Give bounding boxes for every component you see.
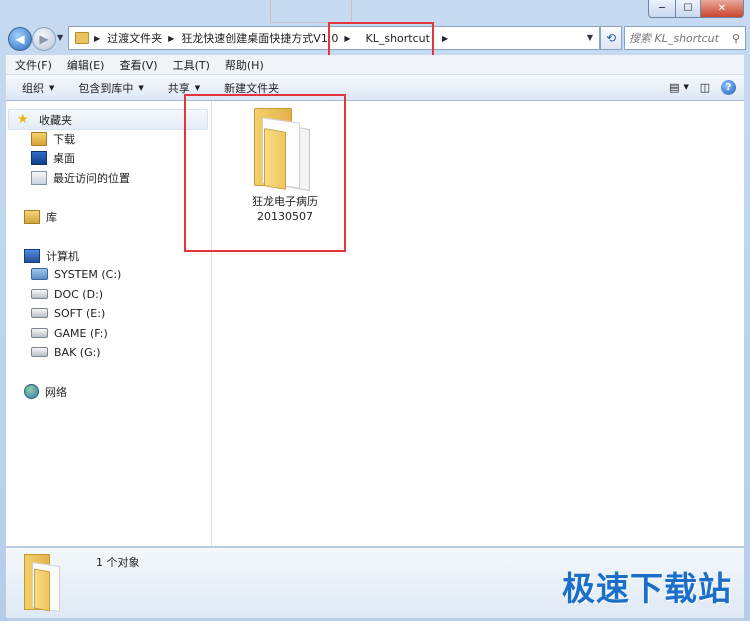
drive-icon xyxy=(31,347,48,357)
nav-drive-e[interactable]: SOFT (E:) xyxy=(31,304,105,322)
recent-places-icon xyxy=(31,171,47,185)
drive-icon xyxy=(31,328,48,338)
nav-drive-d[interactable]: DOC (D:) xyxy=(31,285,103,303)
highlight-box-breadcrumb xyxy=(328,22,434,58)
drive-icon xyxy=(31,308,48,318)
window-controls: ─ ☐ ✕ xyxy=(648,0,744,18)
object-count: 1 个对象 xyxy=(96,556,140,569)
explorer-window: ─ ☐ ✕ ◀ ▶ ▼ ▶ 过渡文件夹 ▶ 狂龙快速创建桌面快捷方式V1.0 ▶ K… xyxy=(0,0,750,621)
menu-help[interactable]: 帮助(H) xyxy=(225,57,264,73)
nav-item-desktop[interactable]: 桌面 xyxy=(31,149,75,167)
folder-icon xyxy=(24,554,66,612)
address-history-dropdown[interactable]: ▼ xyxy=(587,33,593,42)
nav-item-recent-places[interactable]: 最近访问的位置 xyxy=(31,169,130,187)
downloads-folder-icon xyxy=(31,132,47,146)
nav-network[interactable]: 网络 xyxy=(8,382,206,401)
computer-icon xyxy=(24,248,40,263)
menu-edit[interactable]: 编辑(E) xyxy=(67,57,105,73)
window-edge-hint xyxy=(270,0,352,23)
change-view-button[interactable]: ▤ ▼ xyxy=(669,78,689,96)
menu-tools[interactable]: 工具(T) xyxy=(173,57,210,73)
nav-computer[interactable]: 计算机 xyxy=(8,246,206,265)
search-icon: ⚲ xyxy=(732,31,741,45)
details-pane: 1 个对象 极速下载站 xyxy=(6,547,744,618)
desktop-icon xyxy=(31,151,47,165)
nav-favorites[interactable]: ★ 收藏夹 xyxy=(8,109,208,130)
nav-item-downloads[interactable]: 下载 xyxy=(31,130,75,148)
chevron-down-icon: ▼ xyxy=(49,83,55,92)
star-icon: ★ xyxy=(17,111,29,127)
network-icon xyxy=(24,384,39,399)
navigation-pane: ★ 收藏夹 下载 桌面 最近访问的位置 库 计算机 SYSTEM (C:) DO… xyxy=(6,101,212,546)
chevron-down-icon: ▼ xyxy=(138,83,144,92)
nav-libraries[interactable]: 库 xyxy=(8,207,206,226)
include-in-library-button[interactable]: 包含到库中 ▼ xyxy=(78,80,143,96)
highlight-box-folder xyxy=(184,94,346,252)
library-icon xyxy=(24,209,40,224)
refresh-icon: ⟲ xyxy=(605,31,617,45)
folder-icon xyxy=(75,32,89,44)
command-bar: 组织 ▼ 包含到库中 ▼ 共享 ▼ 新建文件夹 ▤ ▼ ◫ ? xyxy=(6,75,744,101)
forward-button[interactable]: ▶ xyxy=(32,27,56,51)
nav-favorites-label: 收藏夹 xyxy=(39,113,72,127)
help-icon[interactable]: ? xyxy=(721,79,736,95)
view-icon: ▤ xyxy=(669,80,680,94)
menu-view[interactable]: 查看(V) xyxy=(119,57,157,73)
nav-drive-g[interactable]: BAK (G:) xyxy=(31,343,101,361)
minimize-button[interactable]: ─ xyxy=(648,0,676,18)
recent-pages-dropdown[interactable]: ▼ xyxy=(57,33,63,42)
chevron-down-icon: ▼ xyxy=(194,83,201,92)
chevron-down-icon: ▼ xyxy=(683,83,689,91)
preview-pane-button[interactable]: ◫ xyxy=(695,78,715,96)
nav-drive-c[interactable]: SYSTEM (C:) xyxy=(31,265,121,283)
close-button[interactable]: ✕ xyxy=(701,0,744,18)
organize-button[interactable]: 组织 ▼ xyxy=(22,80,54,96)
menu-bar: 文件(F) 编辑(E) 查看(V) 工具(T) 帮助(H) xyxy=(6,55,744,75)
back-button[interactable]: ◀ xyxy=(8,27,32,51)
system-drive-icon xyxy=(31,268,48,280)
refresh-button[interactable]: ⟲ xyxy=(600,26,622,50)
breadcrumb-item[interactable]: 过渡文件夹 ▶ xyxy=(107,30,181,46)
view-controls: ▤ ▼ ◫ ? xyxy=(663,78,736,96)
watermark-logo: 极速下载站 xyxy=(562,569,732,608)
drive-icon xyxy=(31,289,48,299)
preview-pane-icon: ◫ xyxy=(699,80,711,94)
nav-drive-f[interactable]: GAME (F:) xyxy=(31,324,108,342)
back-arrow-icon: ◀ xyxy=(15,32,25,46)
search-box[interactable]: ⚲ xyxy=(624,26,746,50)
forward-arrow-icon: ▶ xyxy=(39,32,49,46)
maximize-button[interactable]: ☐ xyxy=(676,0,701,18)
search-input[interactable] xyxy=(625,30,727,46)
breadcrumb-root-arrow[interactable]: ▶ xyxy=(94,34,107,43)
menu-file[interactable]: 文件(F) xyxy=(15,57,52,73)
